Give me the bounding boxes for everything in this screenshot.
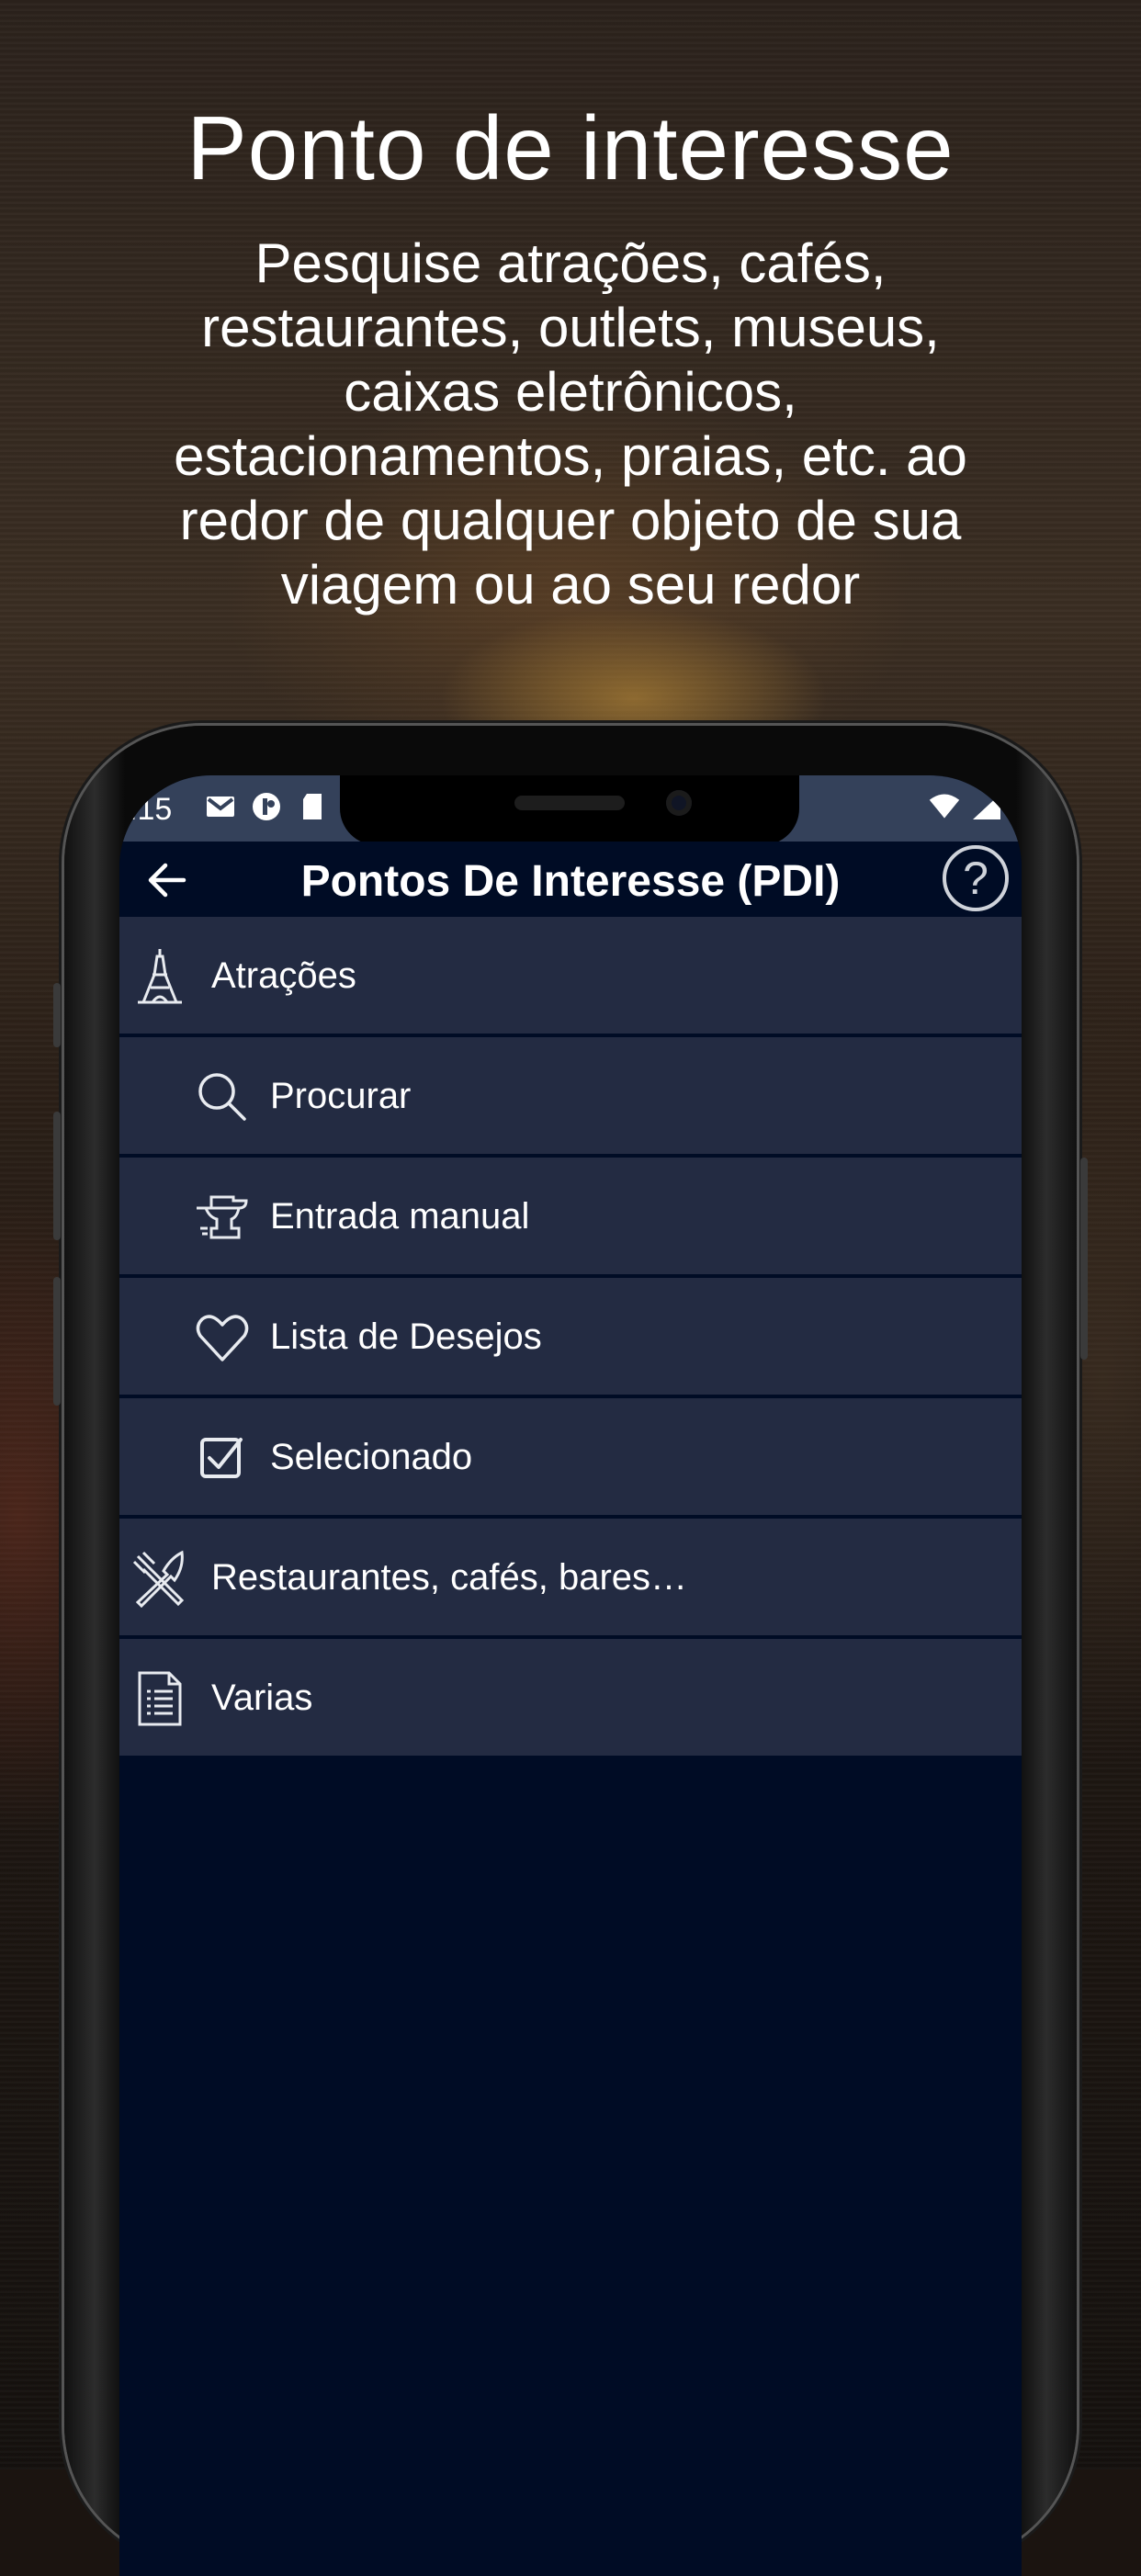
page-title: Pontos De Interesse (PDI): [300, 857, 841, 906]
fork-knife-icon: [130, 1549, 189, 1609]
signal-icon: [970, 790, 1003, 823]
menu-item-lista-de-desejos[interactable]: Lista de Desejos: [119, 1278, 1022, 1398]
promo-description: Pesquise atrações, cafés, restaurantes, …: [174, 232, 967, 616]
gmail-icon: [204, 790, 237, 823]
menu-item-selecionado[interactable]: Selecionado: [119, 1398, 1022, 1519]
phone-side-button: [53, 983, 61, 1047]
phone-power-button: [1080, 1158, 1088, 1360]
wifi-icon: [928, 790, 961, 823]
menu-item-label: Atrações: [211, 955, 356, 996]
search-icon: [193, 1068, 252, 1126]
help-button[interactable]: ?: [943, 845, 1009, 911]
phone-screen: .15 Pontos De Interesse (PDI) ? Atrações…: [119, 775, 1022, 2576]
sd-card-icon: [296, 790, 329, 823]
document-list-icon: [130, 1669, 189, 1728]
menu-item-label: Selecionado: [270, 1437, 473, 1477]
checkbox-icon: [193, 1429, 252, 1487]
poi-menu: Atrações Procurar Entrada manual Lista d…: [119, 917, 1022, 1759]
status-time: .15: [129, 792, 173, 827]
phone-volume-down-button: [53, 1277, 61, 1406]
menu-item-label: Varias: [211, 1678, 313, 1718]
menu-item-label: Procurar: [270, 1076, 412, 1116]
phone-frame: .15 Pontos De Interesse (PDI) ? Atrações…: [53, 726, 1088, 2576]
speaker-grille: [514, 796, 625, 810]
circle-app-icon: [250, 790, 283, 823]
promo-headline: Ponto de interesse: [186, 97, 955, 198]
app-bar: Pontos De Interesse (PDI) ?: [119, 842, 1022, 917]
front-camera: [666, 790, 692, 816]
anvil-icon: [193, 1188, 252, 1247]
camera-notch: [340, 775, 799, 845]
menu-item-varias[interactable]: Varias: [119, 1639, 1022, 1759]
menu-item-atracoes[interactable]: Atrações: [119, 917, 1022, 1037]
menu-item-restaurantes[interactable]: Restaurantes, cafés, bares…: [119, 1519, 1022, 1639]
menu-item-entrada-manual[interactable]: Entrada manual: [119, 1158, 1022, 1278]
phone-volume-up-button: [53, 1112, 61, 1240]
menu-item-label: Entrada manual: [270, 1196, 530, 1237]
menu-item-label: Lista de Desejos: [270, 1316, 542, 1357]
menu-item-label: Restaurantes, cafés, bares…: [211, 1557, 688, 1598]
menu-item-procurar[interactable]: Procurar: [119, 1037, 1022, 1158]
status-bar: .15: [119, 775, 1022, 845]
heart-icon: [193, 1308, 252, 1367]
eiffel-tower-icon: [130, 947, 189, 1006]
